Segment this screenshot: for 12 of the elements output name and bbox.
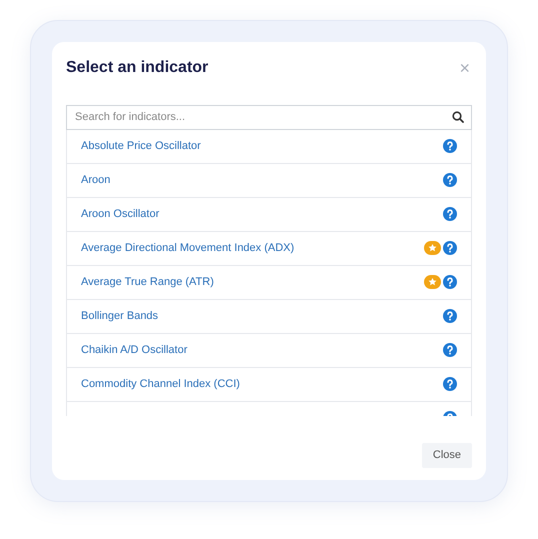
indicator-item[interactable]: Commodity Channel Index (CCI) xyxy=(67,368,471,402)
search-field[interactable]: Search for indicators... xyxy=(66,104,472,130)
indicator-item[interactable]: Chaikin A/D Oscillator xyxy=(67,334,471,368)
close-button[interactable]: Close xyxy=(422,442,472,468)
search-icon xyxy=(452,111,464,123)
indicator-item[interactable]: Bollinger Bands xyxy=(67,300,471,334)
indicator-item[interactable]: Absolute Price Oscillator xyxy=(67,130,471,164)
dialog-title: Select an indicator xyxy=(66,58,208,78)
indicator-item[interactable]: Aroon Oscillator xyxy=(67,198,471,232)
indicator-item[interactable]: Aroon xyxy=(67,164,471,198)
indicator-item[interactable]: Average Directional Movement Index (ADX) xyxy=(67,232,471,266)
indicator-item[interactable]: Average True Range (ATR) xyxy=(67,266,471,300)
